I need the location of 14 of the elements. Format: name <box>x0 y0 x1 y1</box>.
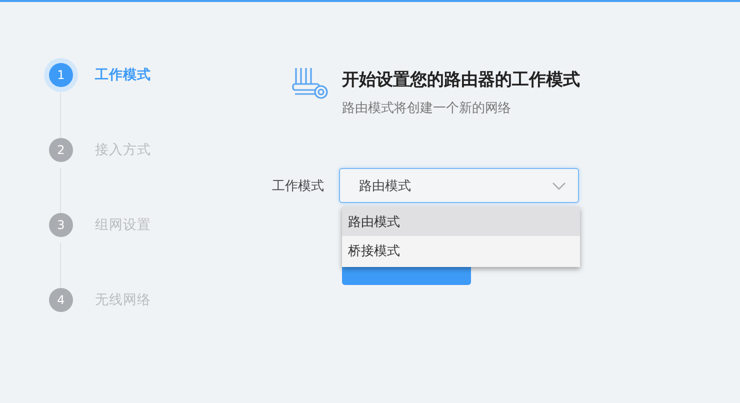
step-number: 3 <box>49 213 73 237</box>
dropdown-option[interactable]: 路由模式 <box>342 207 580 236</box>
step-number: 4 <box>49 288 73 312</box>
mode-select[interactable]: 路由模式 <box>339 168 579 203</box>
page-title: 开始设置您的路由器的工作模式 <box>342 69 580 91</box>
step-number: 1 <box>49 63 73 87</box>
dropdown-option[interactable]: 桥接模式 <box>342 236 580 265</box>
field-label: 工作模式 <box>272 178 324 194</box>
page-subtitle: 路由模式将创建一个新的网络 <box>342 100 512 117</box>
next-button[interactable] <box>342 265 471 285</box>
router-icon <box>292 66 328 100</box>
step-number: 2 <box>49 138 73 162</box>
step-label: 工作模式 <box>95 66 151 85</box>
chevron-icon <box>552 182 566 190</box>
